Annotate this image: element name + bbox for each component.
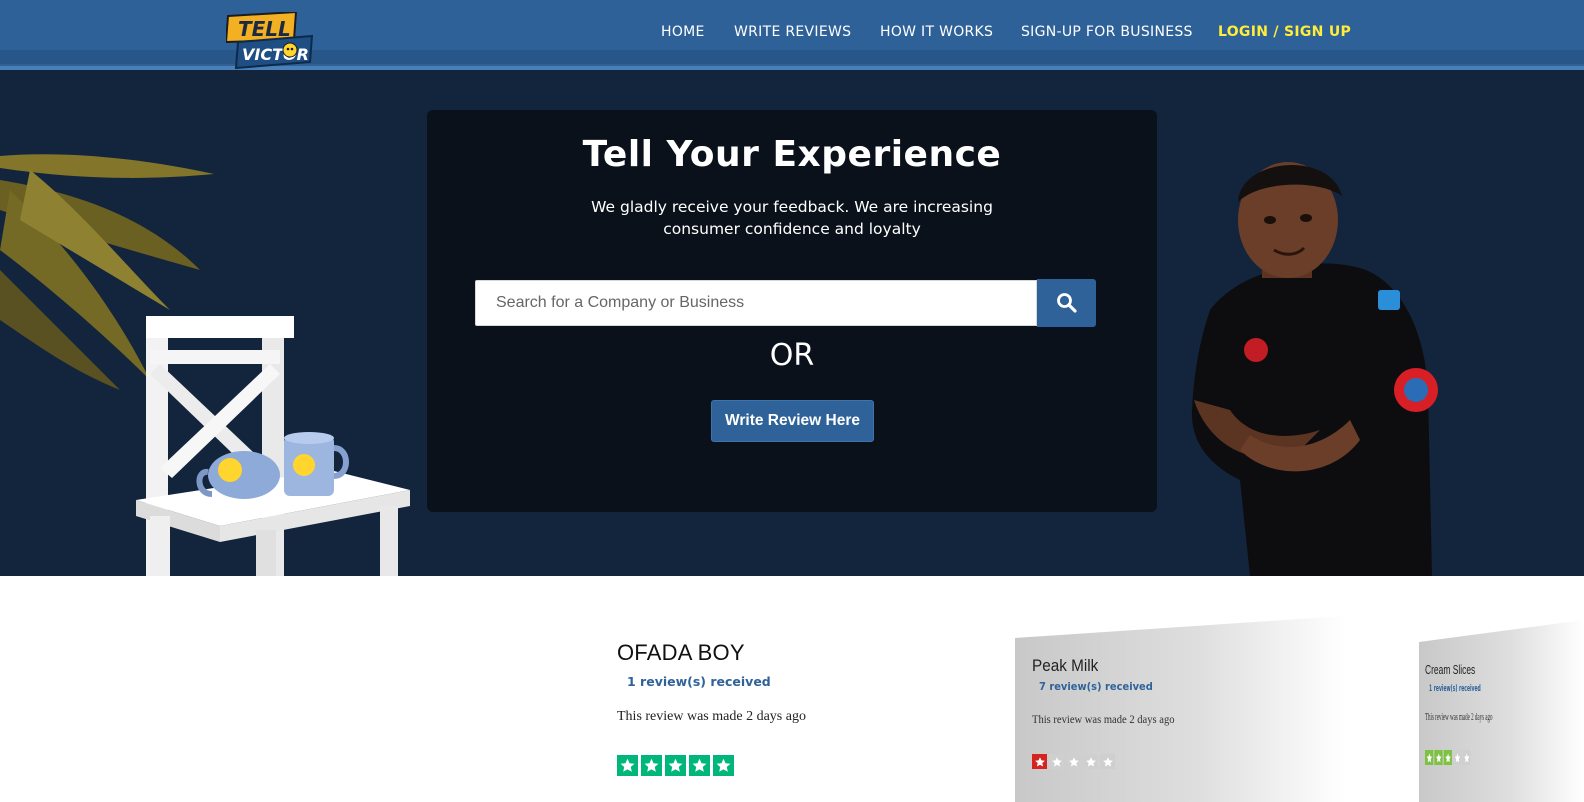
star-icon [689,755,710,776]
nav-home-link[interactable]: HOME [661,24,705,40]
star-icon [617,755,638,776]
review-count: 7 review(s) received [1039,680,1153,693]
review-date: This review was made 2 days ago [1425,712,1493,723]
hero-subtitle: We gladly receive your feedback. We are … [591,198,993,238]
review-card[interactable]: Cream Slices 1 review(s) received This r… [1419,620,1584,802]
nav-signup-business-link[interactable]: SIGN-UP FOR BUSINESS [1021,24,1193,40]
review-count: 1 review(s) received [627,674,771,689]
hero-card: Tell Your Experience We gladly receive y… [427,110,1157,512]
or-divider-text: OR [769,338,815,373]
star-icon [665,755,686,776]
star-rating [1032,754,1115,769]
star-icon [1425,750,1434,765]
star-icon [713,755,734,776]
star-icon [1443,750,1452,765]
nav-write-reviews-link[interactable]: WRITE REVIEWS [734,24,851,40]
chair-and-mugs-image [0,150,420,576]
hero-title: Tell Your Experience [582,134,1002,175]
star-icon [1434,750,1443,765]
review-card[interactable]: Peak Milk 7 review(s) received This revi… [1015,616,1345,802]
company-name[interactable]: Cream Slices [1425,662,1475,677]
review-date: This review was made 2 days ago [1032,712,1175,726]
login-signup-link[interactable]: LOGIN / SIGN UP [1218,24,1351,40]
company-name[interactable]: OFADA BOY [617,640,957,666]
logo-text-bottom: VICTOR [242,45,309,64]
search-icon [1057,293,1077,313]
star-icon [1049,754,1064,769]
review-card[interactable]: OFADA BOY 1 review(s) received This revi… [617,640,957,776]
top-navbar: TELL VICTOR HOME WRITE REVIEWS HOW IT WO… [0,0,1584,70]
star-icon [1083,754,1098,769]
main-nav: HOME WRITE REVIEWS HOW IT WORKS SIGN-UP … [0,24,1584,44]
company-name[interactable]: Peak Milk [1032,656,1098,676]
star-icon [1066,754,1081,769]
star-icon [641,755,662,776]
star-rating [1425,750,1471,765]
star-icon [1032,754,1047,769]
star-icon [1462,750,1471,765]
review-count: 1 review(s) received [1429,684,1481,694]
star-icon [1100,754,1115,769]
victor-mascot-image [1180,150,1440,576]
star-rating [617,755,957,776]
write-review-button[interactable]: Write Review Here [711,400,874,442]
nav-how-it-works-link[interactable]: HOW IT WORKS [880,24,993,40]
search-button[interactable] [1037,279,1096,327]
recent-reviews-carousel: OFADA BOY 1 review(s) received This revi… [0,576,1584,802]
star-icon [1453,750,1462,765]
hero-section: Tell Your Experience We gladly receive y… [0,70,1584,576]
company-search-input[interactable] [475,280,1037,326]
review-date: This review was made 2 days ago [617,709,806,724]
